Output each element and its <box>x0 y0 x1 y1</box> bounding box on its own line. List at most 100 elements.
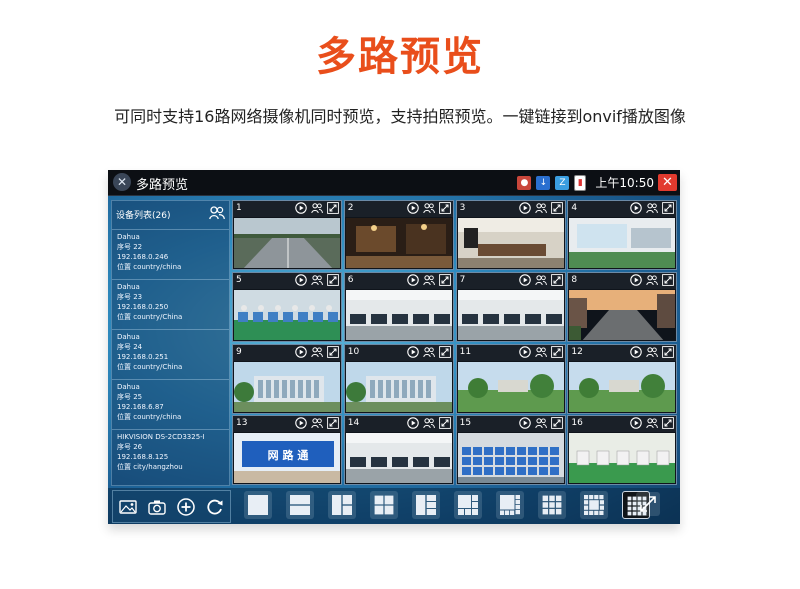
play-icon[interactable] <box>407 274 419 286</box>
play-icon[interactable] <box>407 417 419 430</box>
users-icon[interactable] <box>646 346 659 358</box>
expand-icon[interactable] <box>438 202 451 214</box>
camera-cell[interactable]: 14 <box>343 415 454 486</box>
camera-feed <box>234 361 340 412</box>
layout-8-button[interactable] <box>496 491 524 519</box>
layout-5-button[interactable] <box>412 491 440 519</box>
device-ip: 192.168.0.250 <box>117 303 169 311</box>
expand-icon[interactable] <box>327 202 339 214</box>
camera-cell[interactable]: 9 <box>232 343 342 414</box>
zoom-icon[interactable]: Z <box>555 175 570 190</box>
download-icon[interactable]: ↓ <box>536 175 551 190</box>
expand-icon[interactable] <box>550 202 563 214</box>
expand-icon[interactable] <box>327 417 339 430</box>
device-list-item[interactable]: Dahua 序号 25 192.168.6.87 位置 country/china <box>112 379 229 429</box>
play-icon[interactable] <box>630 202 643 214</box>
device-screen: ✕ 多路预览 ● ↓ Z ▮ 上午10:50 ✕ 设备列表(26) Dahua 序… <box>108 170 680 524</box>
users-icon[interactable] <box>209 206 225 220</box>
expand-icon[interactable] <box>550 417 563 430</box>
layout-4-button[interactable] <box>370 491 398 519</box>
expand-icon[interactable] <box>438 417 451 430</box>
play-icon[interactable] <box>407 345 419 358</box>
expand-icon[interactable] <box>662 417 675 430</box>
users-icon[interactable] <box>534 346 547 358</box>
play-icon[interactable] <box>295 345 307 358</box>
device-location: 位置 country/china <box>117 263 182 271</box>
camera-cell[interactable]: 5 <box>232 271 342 342</box>
camera-cell[interactable]: 4 <box>567 200 678 270</box>
image-icon[interactable] <box>118 497 138 517</box>
play-icon[interactable] <box>295 202 307 214</box>
users-icon[interactable] <box>311 346 323 358</box>
users-icon[interactable] <box>646 274 659 286</box>
layout-13-button[interactable] <box>580 491 608 519</box>
device-ip: 192.168.0.246 <box>117 253 169 261</box>
layout-2-button[interactable] <box>286 491 314 519</box>
play-icon[interactable] <box>295 417 307 430</box>
expand-icon[interactable] <box>327 345 339 358</box>
expand-icon[interactable] <box>438 273 451 286</box>
play-icon[interactable] <box>407 202 419 214</box>
tools-icon[interactable]: ✕ <box>113 173 131 191</box>
camera-feed <box>234 289 340 340</box>
expand-icon[interactable] <box>662 202 675 214</box>
users-icon[interactable] <box>311 202 323 214</box>
close-button[interactable]: ✕ <box>658 174 677 191</box>
users-icon[interactable] <box>534 202 547 214</box>
play-icon[interactable] <box>518 202 531 214</box>
camera-cell[interactable]: 1 <box>232 200 342 270</box>
expand-icon[interactable] <box>550 273 563 286</box>
play-icon[interactable] <box>630 417 643 430</box>
camera-cell[interactable]: 6 <box>343 271 454 342</box>
camera-cell[interactable]: 15 <box>455 415 566 486</box>
camera-cell[interactable]: 12 <box>567 343 678 414</box>
expand-icon[interactable] <box>662 345 675 358</box>
users-icon[interactable] <box>646 417 659 429</box>
add-icon[interactable] <box>176 497 196 517</box>
camera-channel-number: 7 <box>459 274 466 285</box>
expand-icon[interactable] <box>327 273 339 286</box>
users-icon[interactable] <box>534 417 547 429</box>
device-list-item[interactable]: Dahua 序号 22 192.168.0.246 位置 country/china <box>112 229 229 279</box>
play-icon[interactable] <box>518 417 531 430</box>
record-icon[interactable]: ● <box>517 175 532 190</box>
layout-9-button[interactable] <box>538 491 566 519</box>
camera-cell[interactable]: 7 <box>455 271 566 342</box>
camera-cell[interactable]: 13 网 路 通 <box>232 415 342 486</box>
camera-cell[interactable]: 11 <box>455 343 566 414</box>
users-icon[interactable] <box>534 274 547 286</box>
users-icon[interactable] <box>423 202 435 214</box>
layout-6-button[interactable] <box>454 491 482 519</box>
users-icon[interactable] <box>423 417 435 429</box>
camera-channel-number: 4 <box>571 203 578 213</box>
camera-cell[interactable]: 16 <box>567 415 678 486</box>
users-icon[interactable] <box>423 274 435 286</box>
expand-icon[interactable] <box>438 345 451 358</box>
camera-cell[interactable]: 8 <box>567 271 678 342</box>
camera-cell[interactable]: 10 <box>343 343 454 414</box>
play-icon[interactable] <box>518 274 531 286</box>
users-icon[interactable] <box>311 417 323 429</box>
device-list-item[interactable]: HIKVISION DS-2CD3325-I 序号 26 192.168.8.125… <box>112 429 229 479</box>
camera-cell-header: 2 <box>344 201 453 217</box>
camera-channel-number: 1 <box>236 203 242 213</box>
layout-3-button[interactable] <box>328 491 356 519</box>
camera-cell-header: 3 <box>456 201 565 217</box>
play-icon[interactable] <box>295 274 307 286</box>
camera-cell[interactable]: 2 <box>343 200 454 270</box>
device-list-item[interactable]: Dahua 序号 23 192.168.0.250 位置 country/China <box>112 279 229 329</box>
layout-1-button[interactable] <box>244 491 272 519</box>
fullscreen-icon[interactable] <box>635 491 661 517</box>
play-icon[interactable] <box>518 345 531 358</box>
users-icon[interactable] <box>423 346 435 358</box>
camera-cell[interactable]: 3 <box>455 200 566 270</box>
play-icon[interactable] <box>630 274 643 286</box>
expand-icon[interactable] <box>662 273 675 286</box>
play-icon[interactable] <box>630 345 643 358</box>
users-icon[interactable] <box>311 274 323 286</box>
camera-icon[interactable] <box>147 497 167 517</box>
device-list-item[interactable]: Dahua 序号 24 192.168.0.251 位置 country/China <box>112 329 229 379</box>
refresh-icon[interactable] <box>205 497 225 517</box>
users-icon[interactable] <box>646 202 659 214</box>
expand-icon[interactable] <box>550 345 563 358</box>
